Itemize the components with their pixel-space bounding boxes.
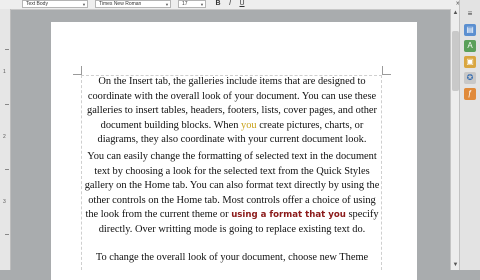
crop-mark-top-left	[73, 66, 82, 75]
paragraph-style-value: Text Body	[26, 1, 48, 7]
paragraph-style-combo[interactable]: Text Body ▼	[22, 0, 88, 8]
text-cursor-word: you	[241, 119, 257, 131]
chevron-down-icon[interactable]: ▼	[200, 1, 204, 7]
navigator-icon[interactable]: ✪	[464, 72, 476, 84]
ruler-mark: 1	[3, 69, 6, 75]
ruler-tick	[5, 49, 9, 50]
formatting-toolbar: Text Body ▼ Times New Roman ▼ 17 ▼ B I U…	[0, 0, 480, 10]
ruler-tick	[5, 169, 9, 170]
sidebar-menu-icon[interactable]: ≡	[464, 8, 476, 20]
ruler-mark: 2	[3, 134, 6, 140]
sidebar-deck: ≡ ▤ A ▣ ✪ ƒ	[459, 0, 480, 270]
chevron-down-icon[interactable]: ▼	[165, 1, 169, 7]
crop-mark-top-right	[382, 66, 391, 75]
underline-icon[interactable]: U	[238, 0, 246, 8]
vertical-ruler: 1 2 3	[0, 9, 11, 270]
italic-icon[interactable]: I	[226, 0, 234, 8]
ruler-tick	[5, 234, 9, 235]
bold-icon[interactable]: B	[214, 0, 222, 8]
gallery-icon[interactable]: ▣	[464, 56, 476, 68]
font-size-combo[interactable]: 17 ▼	[178, 0, 206, 8]
font-size-value: 17	[182, 1, 188, 7]
paragraph-3[interactable]: To change the overall look of your docum…	[83, 251, 381, 266]
chevron-down-icon[interactable]: ▼	[82, 1, 86, 7]
paragraph-2[interactable]: You can easily change the formatting of …	[83, 150, 381, 238]
paragraph-1[interactable]: On the Insert tab, the galleries include…	[83, 75, 381, 148]
ruler-tick	[5, 104, 9, 105]
font-name-combo[interactable]: Times New Roman ▼	[95, 0, 171, 8]
scroll-thumb[interactable]	[452, 31, 459, 91]
ruler-mark: 3	[3, 199, 6, 205]
styles-icon[interactable]: A	[464, 40, 476, 52]
paragraph-3-text: To change the overall look of your docum…	[95, 252, 369, 263]
functions-icon[interactable]: ƒ	[464, 88, 476, 100]
styled-text: using a format that you	[231, 210, 346, 221]
font-name-value: Times New Roman	[99, 1, 142, 7]
properties-icon[interactable]: ▤	[464, 24, 476, 36]
